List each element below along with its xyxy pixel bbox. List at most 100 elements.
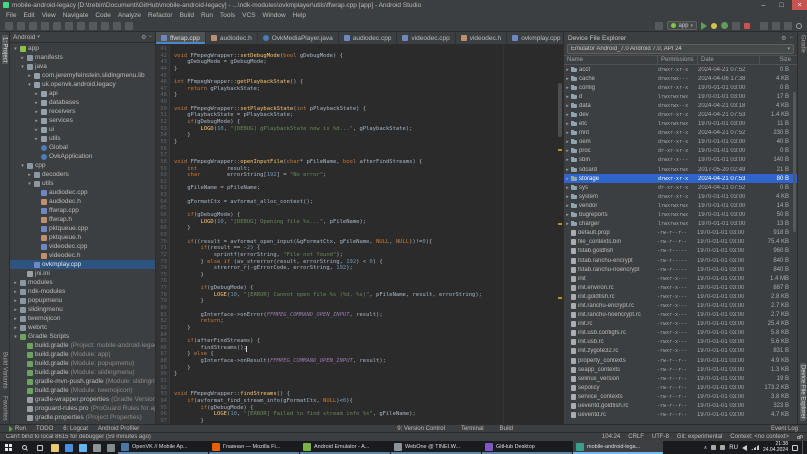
- tree-item[interactable]: build.gradle (Project: mobile-android-le…: [10, 341, 155, 350]
- tree-item[interactable]: build.gradle (Module: app): [10, 350, 155, 359]
- tree-item[interactable]: videodec.h: [10, 251, 155, 260]
- tool-window-button-terminal[interactable]: Terminal: [456, 426, 489, 432]
- tool-strip-button[interactable]: Build Variants: [2, 352, 8, 389]
- action-center-icon[interactable]: [792, 445, 798, 451]
- editor-tab[interactable]: videodec.h: [456, 32, 507, 44]
- tree-item[interactable]: ▸api: [10, 89, 155, 98]
- close-button[interactable]: ×: [792, 0, 807, 10]
- file-row[interactable]: ▸sdcardlrwxrwxrwx2017-05-20 02:4921 B: [564, 165, 797, 174]
- chevron-right-icon[interactable]: ▸: [564, 185, 571, 191]
- open-project-icon[interactable]: [5, 22, 13, 30]
- file-row[interactable]: ▸mntdrwxr-xr-x2024-04-21 07:52230 B: [564, 129, 797, 138]
- tree-item[interactable]: pktqueue.h: [10, 233, 155, 242]
- tree-item[interactable]: proguard-rules.pro (ProGuard Rules for a…: [10, 404, 155, 413]
- tree-item[interactable]: ▾cpp: [10, 161, 155, 170]
- column-header-perm[interactable]: Permissions: [658, 56, 698, 64]
- tree-item[interactable]: videodec.cpp: [10, 242, 155, 251]
- file-row[interactable]: fstab.ranchu-noencrypt-rw-r-----1970-01-…: [564, 265, 797, 274]
- tool-strip-button[interactable]: 1: Project: [2, 35, 8, 64]
- tree-item[interactable]: ▾app: [10, 44, 155, 53]
- taskbar-window-button[interactable]: Главная — Mozilla Fi...: [209, 441, 299, 454]
- menu-analyze[interactable]: Analyze: [118, 12, 141, 19]
- scrollbar-thumb[interactable]: [558, 83, 562, 137]
- tree-item[interactable]: ▸modules: [10, 278, 155, 287]
- file-row[interactable]: ▸bugreportslrwxrwxrwx1970-01-01 03:0050 …: [564, 211, 797, 220]
- chevron-right-icon[interactable]: ▸: [27, 172, 32, 178]
- chevron-right-icon[interactable]: ▸: [13, 325, 18, 331]
- tool-window-button-event-log[interactable]: Event Log: [766, 426, 803, 432]
- tree-item[interactable]: ▸manifests: [10, 53, 155, 62]
- chevron-right-icon[interactable]: ▸: [564, 67, 571, 73]
- settings-gear-icon[interactable]: ⚙: [141, 34, 146, 41]
- pinned-app-file-explorer[interactable]: [48, 444, 62, 452]
- file-row[interactable]: init.ranchu-encrypt.rc-rwxr-x---1970-01-…: [564, 301, 797, 310]
- chevron-right-icon[interactable]: ▸: [13, 289, 18, 295]
- network-icon[interactable]: [751, 445, 759, 450]
- chevron-right-icon[interactable]: ▸: [564, 94, 571, 100]
- tree-item[interactable]: ▸databases: [10, 98, 155, 107]
- tree-item[interactable]: OvkApplication: [10, 152, 155, 161]
- menu-refactor[interactable]: Refactor: [148, 12, 173, 19]
- status-item[interactable]: Context: <no context>: [730, 434, 789, 440]
- maximize-button[interactable]: □: [774, 0, 789, 10]
- cut-icon[interactable]: [65, 22, 73, 30]
- tree-item[interactable]: ▸webrtc: [10, 323, 155, 332]
- tree-item[interactable]: pktqueue.cpp: [10, 224, 155, 233]
- chevron-right-icon[interactable]: ▸: [564, 130, 571, 136]
- tree-item[interactable]: ▸receivers: [10, 107, 155, 116]
- taskbar-window-button[interactable]: OpenVK // Mobile Ap...: [118, 441, 208, 454]
- chevron-right-icon[interactable]: ▸: [564, 167, 571, 173]
- pinned-app-browser[interactable]: [62, 444, 76, 452]
- file-row[interactable]: init.environ.rc-rwxr-x---1970-01-01 03:0…: [564, 283, 797, 292]
- chevron-down-icon[interactable]: ▾: [13, 334, 18, 340]
- file-row[interactable]: init-rwxr-x---1970-01-01 03:001.4 MB: [564, 274, 797, 283]
- tree-item[interactable]: gradle-mvn-push.gradle (Module: slidingm…: [10, 377, 155, 386]
- tree-item[interactable]: audiodec.cpp: [10, 188, 155, 197]
- save-all-icon[interactable]: [17, 22, 25, 30]
- chevron-right-icon[interactable]: ▸: [564, 221, 571, 227]
- tree-item[interactable]: ▸popupmenu: [10, 296, 155, 305]
- chevron-right-icon[interactable]: ▸: [20, 55, 25, 61]
- file-row[interactable]: sepolicy-rw-r--r--1970-01-01 03:00173.2 …: [564, 383, 797, 392]
- chevron-right-icon[interactable]: ▸: [34, 109, 39, 115]
- pinned-app-settings[interactable]: [104, 444, 118, 452]
- file-row[interactable]: ▸devdrwxr-xr-x2024-04-21 07:531.4 KB: [564, 110, 797, 119]
- tree-item[interactable]: audiodec.h: [10, 197, 155, 206]
- tree-item[interactable]: gradle-wrapper.properties (Gradle Versio…: [10, 395, 155, 404]
- chevron-right-icon[interactable]: ▸: [564, 176, 571, 182]
- file-row[interactable]: ▸sbindrwxr-x---1970-01-01 03:00140 B: [564, 156, 797, 165]
- chevron-right-icon[interactable]: ▸: [564, 194, 571, 200]
- stop-icon[interactable]: [744, 23, 750, 29]
- tree-item[interactable]: ▾Gradle Scripts: [10, 332, 155, 341]
- tree-item[interactable]: ▸ndk-modules: [10, 287, 155, 296]
- tool-strip-button[interactable]: Gradle: [800, 35, 806, 53]
- tree-item[interactable]: build.gradle (Module: slidingmenu): [10, 368, 155, 377]
- tool-window-button-6-logcat[interactable]: 6: Logcat: [58, 426, 93, 432]
- column-header-name[interactable]: Name: [564, 56, 658, 64]
- file-row[interactable]: init.usb.rc-rwxr-x---1970-01-01 03:005.6…: [564, 338, 797, 347]
- editor-tab[interactable]: OvkMediaPlayer.java: [258, 32, 339, 44]
- copy-icon[interactable]: [77, 22, 85, 30]
- chevron-right-icon[interactable]: ▸: [564, 76, 571, 82]
- file-row[interactable]: ▸cachedrwxrwx---2024-04-06 17:384 KB: [564, 74, 797, 83]
- tool-window-button-android-profiler[interactable]: Android Profiler: [93, 426, 144, 432]
- build-hammer-icon[interactable]: [655, 22, 663, 30]
- file-row[interactable]: property_contexts-rw-r--r--1970-01-01 03…: [564, 356, 797, 365]
- chevron-right-icon[interactable]: ▸: [564, 139, 571, 145]
- start-button[interactable]: [0, 441, 16, 454]
- file-row[interactable]: ▸chargerlrwxrwxrwx1970-01-01 03:0013 B: [564, 220, 797, 229]
- file-row[interactable]: selinux_version-rw-r--r--1970-01-01 03:0…: [564, 374, 797, 383]
- chevron-right-icon[interactable]: ▸: [564, 112, 571, 118]
- apply-changes-icon[interactable]: [711, 23, 717, 29]
- file-row[interactable]: service_contexts-rw-r--r--1970-01-01 03:…: [564, 392, 797, 401]
- chevron-down-icon[interactable]: ▾: [20, 64, 25, 70]
- run-icon[interactable]: [701, 22, 707, 30]
- run-configuration-select[interactable]: app ▾: [667, 21, 697, 30]
- column-header-size[interactable]: Size: [760, 56, 797, 64]
- tree-item[interactable]: ▸services: [10, 116, 155, 125]
- sdk-manager-icon[interactable]: [784, 22, 792, 30]
- device-select[interactable]: Emulator Android_7.0 Android 7.0, API 24…: [567, 44, 794, 54]
- language-indicator[interactable]: RU: [729, 445, 738, 451]
- chevron-right-icon[interactable]: ▸: [13, 307, 18, 313]
- editor-tab[interactable]: ovkmplay.cpp: [507, 32, 566, 44]
